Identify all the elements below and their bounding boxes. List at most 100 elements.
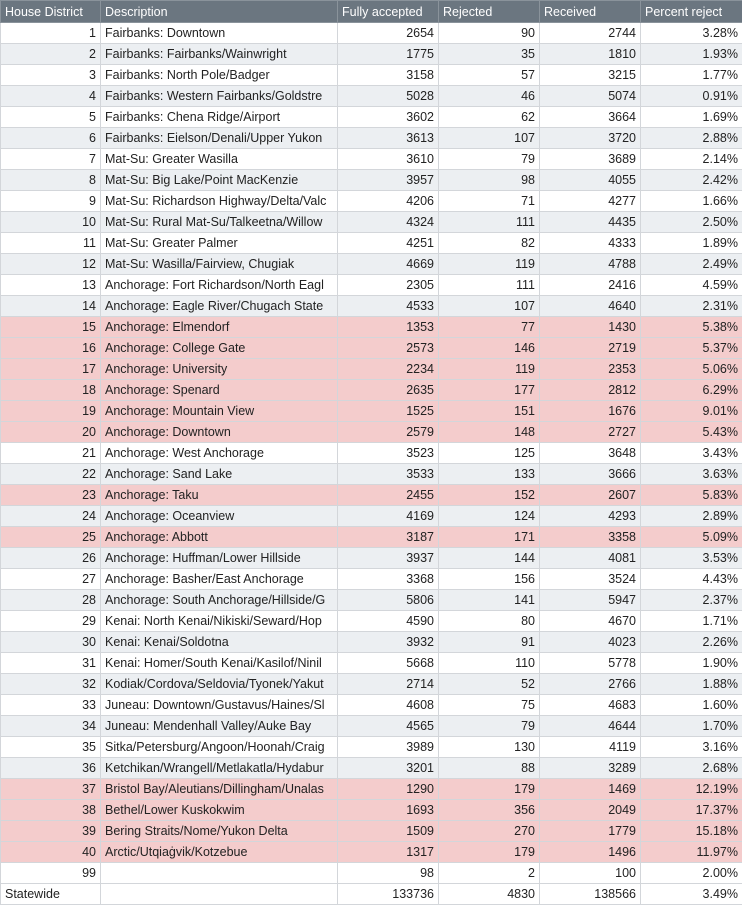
percent-reject-cell[interactable]: 2.14%	[641, 149, 742, 170]
percent-reject-cell[interactable]: 2.88%	[641, 128, 742, 149]
description-cell[interactable]: Anchorage: Mountain View	[101, 401, 338, 422]
received-cell[interactable]: 4277	[540, 191, 641, 212]
district-cell[interactable]: 38	[1, 800, 101, 821]
received-cell[interactable]: 3648	[540, 443, 641, 464]
district-cell[interactable]: 37	[1, 779, 101, 800]
percent-reject-cell[interactable]: 12.19%	[641, 779, 742, 800]
received-cell[interactable]: 2049	[540, 800, 641, 821]
district-cell[interactable]: 20	[1, 422, 101, 443]
district-cell[interactable]: 14	[1, 296, 101, 317]
rejected-cell[interactable]: 2	[439, 863, 540, 884]
rejected-cell[interactable]: 171	[439, 527, 540, 548]
accepted-cell[interactable]: 2635	[338, 380, 439, 401]
percent-reject-cell[interactable]: 2.50%	[641, 212, 742, 233]
rejected-cell[interactable]: 79	[439, 149, 540, 170]
accepted-cell[interactable]: 3613	[338, 128, 439, 149]
description-cell[interactable]: Sitka/Petersburg/Angoon/Hoonah/Craig	[101, 737, 338, 758]
rejected-cell[interactable]: 152	[439, 485, 540, 506]
description-cell[interactable]: Kenai: North Kenai/Nikiski/Seward/Hop	[101, 611, 338, 632]
percent-reject-cell[interactable]: 1.71%	[641, 611, 742, 632]
district-cell[interactable]: 99	[1, 863, 101, 884]
description-cell[interactable]: Fairbanks: Downtown	[101, 23, 338, 44]
received-cell[interactable]: 4435	[540, 212, 641, 233]
district-cell[interactable]: 35	[1, 737, 101, 758]
description-cell[interactable]: Arctic/Utqiaġvik/Kotzebue	[101, 842, 338, 863]
description-cell[interactable]: Anchorage: South Anchorage/Hillside/G	[101, 590, 338, 611]
percent-reject-cell[interactable]: 9.01%	[641, 401, 742, 422]
rejected-cell[interactable]: 98	[439, 170, 540, 191]
rejected-cell[interactable]: 71	[439, 191, 540, 212]
percent-reject-cell[interactable]: 2.68%	[641, 758, 742, 779]
received-cell[interactable]: 3289	[540, 758, 641, 779]
received-cell[interactable]: 5074	[540, 86, 641, 107]
rejected-cell[interactable]: 52	[439, 674, 540, 695]
percent-reject-cell[interactable]: 4.59%	[641, 275, 742, 296]
accepted-cell[interactable]: 5668	[338, 653, 439, 674]
accepted-cell[interactable]: 1525	[338, 401, 439, 422]
district-cell[interactable]: 22	[1, 464, 101, 485]
accepted-cell[interactable]: 4169	[338, 506, 439, 527]
total-rejected-cell[interactable]: 4830	[439, 884, 540, 905]
description-cell[interactable]: Mat-Su: Greater Wasilla	[101, 149, 338, 170]
column-header-fully-accepted[interactable]: Fully accepted	[338, 1, 439, 23]
rejected-cell[interactable]: 125	[439, 443, 540, 464]
percent-reject-cell[interactable]: 2.00%	[641, 863, 742, 884]
rejected-cell[interactable]: 146	[439, 338, 540, 359]
rejected-cell[interactable]: 356	[439, 800, 540, 821]
rejected-cell[interactable]: 46	[439, 86, 540, 107]
district-cell[interactable]: 25	[1, 527, 101, 548]
total-label-cell[interactable]: Statewide	[1, 884, 101, 905]
description-cell[interactable]: Anchorage: Basher/East Anchorage	[101, 569, 338, 590]
description-cell[interactable]: Kenai: Homer/South Kenai/Kasilof/Ninil	[101, 653, 338, 674]
district-cell[interactable]: 24	[1, 506, 101, 527]
rejected-cell[interactable]: 133	[439, 464, 540, 485]
description-cell[interactable]: Anchorage: Elmendorf	[101, 317, 338, 338]
description-cell[interactable]: Fairbanks: Eielson/Denali/Upper Yukon	[101, 128, 338, 149]
percent-reject-cell[interactable]: 5.06%	[641, 359, 742, 380]
district-cell[interactable]: 8	[1, 170, 101, 191]
accepted-cell[interactable]: 3602	[338, 107, 439, 128]
rejected-cell[interactable]: 107	[439, 128, 540, 149]
received-cell[interactable]: 1676	[540, 401, 641, 422]
accepted-cell[interactable]: 1290	[338, 779, 439, 800]
percent-reject-cell[interactable]: 2.37%	[641, 590, 742, 611]
percent-reject-cell[interactable]: 1.60%	[641, 695, 742, 716]
received-cell[interactable]: 4055	[540, 170, 641, 191]
description-cell[interactable]: Mat-Su: Greater Palmer	[101, 233, 338, 254]
received-cell[interactable]: 4788	[540, 254, 641, 275]
district-cell[interactable]: 1	[1, 23, 101, 44]
rejected-cell[interactable]: 111	[439, 275, 540, 296]
description-cell[interactable]: Anchorage: West Anchorage	[101, 443, 338, 464]
district-cell[interactable]: 28	[1, 590, 101, 611]
column-header-rejected[interactable]: Rejected	[439, 1, 540, 23]
district-cell[interactable]: 5	[1, 107, 101, 128]
rejected-cell[interactable]: 177	[439, 380, 540, 401]
rejected-cell[interactable]: 80	[439, 611, 540, 632]
rejected-cell[interactable]: 130	[439, 737, 540, 758]
accepted-cell[interactable]: 2305	[338, 275, 439, 296]
accepted-cell[interactable]: 4669	[338, 254, 439, 275]
percent-reject-cell[interactable]: 3.63%	[641, 464, 742, 485]
district-cell[interactable]: 29	[1, 611, 101, 632]
description-cell[interactable]: Anchorage: Oceanview	[101, 506, 338, 527]
rejected-cell[interactable]: 110	[439, 653, 540, 674]
percent-reject-cell[interactable]: 1.66%	[641, 191, 742, 212]
accepted-cell[interactable]: 1775	[338, 44, 439, 65]
description-cell[interactable]: Anchorage: Spenard	[101, 380, 338, 401]
description-cell[interactable]: Mat-Su: Big Lake/Point MacKenzie	[101, 170, 338, 191]
description-cell[interactable]: Kodiak/Cordova/Seldovia/Tyonek/Yakut	[101, 674, 338, 695]
description-cell[interactable]: Anchorage: College Gate	[101, 338, 338, 359]
percent-reject-cell[interactable]: 1.70%	[641, 716, 742, 737]
accepted-cell[interactable]: 2234	[338, 359, 439, 380]
rejected-cell[interactable]: 141	[439, 590, 540, 611]
received-cell[interactable]: 4023	[540, 632, 641, 653]
received-cell[interactable]: 2744	[540, 23, 641, 44]
percent-reject-cell[interactable]: 11.97%	[641, 842, 742, 863]
accepted-cell[interactable]: 1317	[338, 842, 439, 863]
accepted-cell[interactable]: 3158	[338, 65, 439, 86]
received-cell[interactable]: 3664	[540, 107, 641, 128]
percent-reject-cell[interactable]: 15.18%	[641, 821, 742, 842]
percent-reject-cell[interactable]: 3.28%	[641, 23, 742, 44]
description-cell[interactable]: Juneau: Downtown/Gustavus/Haines/Sl	[101, 695, 338, 716]
percent-reject-cell[interactable]: 2.31%	[641, 296, 742, 317]
